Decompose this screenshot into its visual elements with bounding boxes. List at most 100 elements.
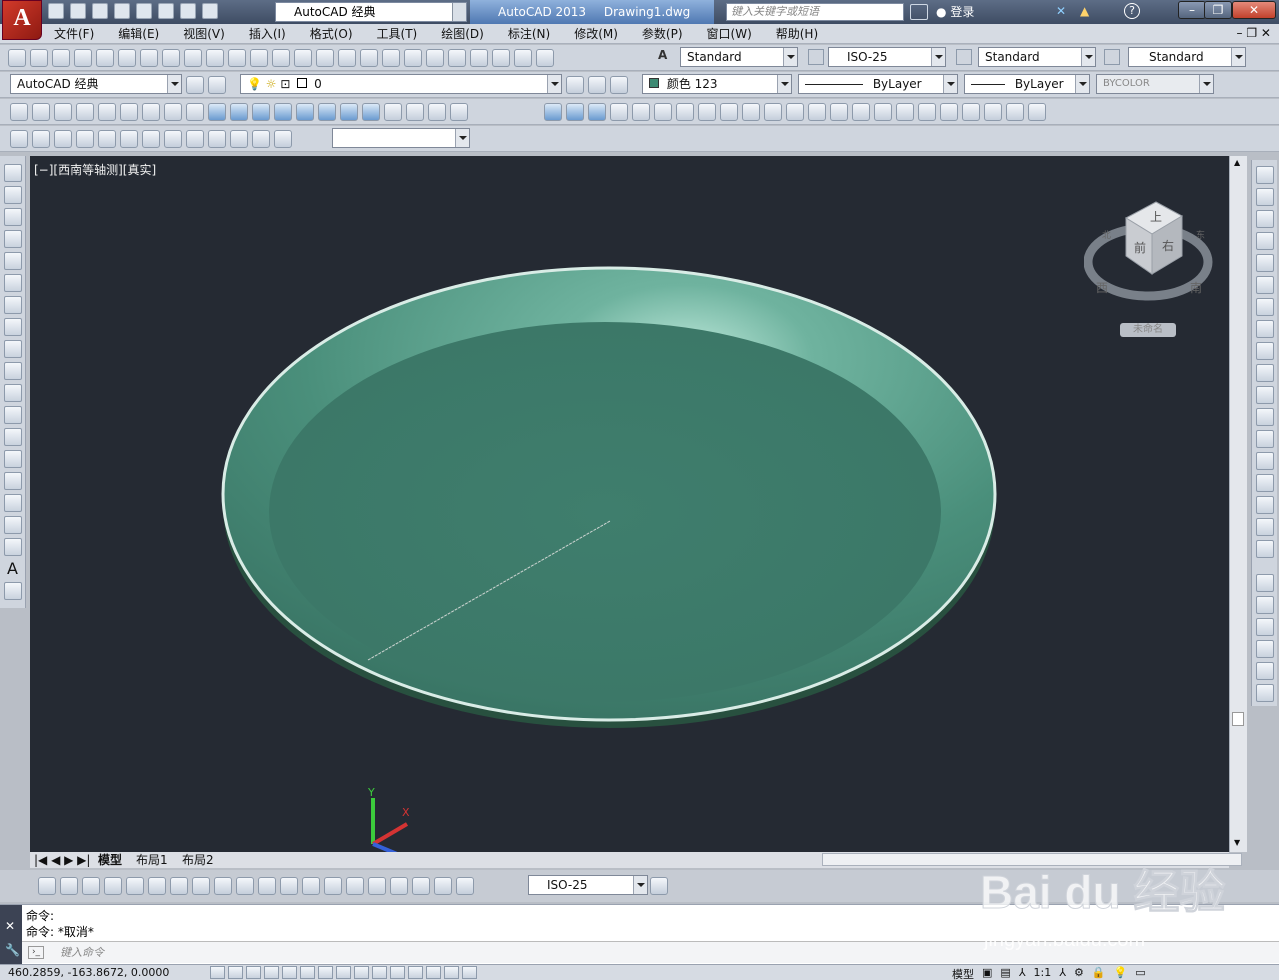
chevron-down-icon[interactable] bbox=[1199, 75, 1213, 93]
zoom-realtime-icon[interactable] bbox=[338, 49, 356, 67]
menu-window[interactable]: 窗口(W) bbox=[707, 24, 752, 43]
revision-cloud-icon[interactable] bbox=[3, 318, 22, 336]
multileader-style-icon[interactable] bbox=[1104, 49, 1120, 65]
angular-dim-icon[interactable] bbox=[192, 877, 210, 895]
lineweight-combo[interactable]: ByLayer bbox=[964, 74, 1090, 94]
ellipse-arc-icon[interactable] bbox=[3, 384, 22, 402]
help-icon[interactable] bbox=[536, 49, 554, 67]
imprint-icon[interactable] bbox=[830, 103, 848, 121]
planar-surface-icon[interactable] bbox=[186, 103, 204, 121]
exchange-icon[interactable]: ✕ bbox=[1056, 4, 1066, 18]
left-view-icon[interactable] bbox=[76, 130, 94, 148]
search-input[interactable]: 键入关键字或短语 bbox=[726, 3, 904, 21]
menu-format[interactable]: 格式(O) bbox=[310, 24, 353, 43]
ortho-mode-icon[interactable] bbox=[264, 966, 279, 979]
match-properties-icon[interactable] bbox=[228, 49, 246, 67]
clean-screen-icon[interactable]: ▭ bbox=[1135, 966, 1145, 980]
quick-dim-icon[interactable] bbox=[214, 877, 232, 895]
window-controls-icon[interactable]: – ❐ ✕ bbox=[1237, 26, 1271, 40]
sw-iso-icon[interactable] bbox=[164, 130, 182, 148]
hatch-to-back-icon[interactable] bbox=[1255, 684, 1274, 702]
help-icon[interactable]: ? bbox=[1124, 3, 1140, 19]
open-file-icon[interactable] bbox=[70, 3, 86, 19]
visual-styles-icon[interactable] bbox=[940, 103, 958, 121]
workspace-combo[interactable]: AutoCAD 经典 bbox=[10, 74, 182, 94]
subtract-icon[interactable] bbox=[340, 103, 358, 121]
torus-icon[interactable] bbox=[164, 103, 182, 121]
workspace-switching-icon[interactable]: ⚙ bbox=[1074, 966, 1084, 980]
baseline-dim-icon[interactable] bbox=[236, 877, 254, 895]
login-button[interactable]: ● 登录 bbox=[936, 3, 974, 20]
lineweight-icon[interactable] bbox=[390, 966, 405, 979]
restore-button[interactable]: ❐ bbox=[1204, 1, 1232, 19]
check-icon[interactable] bbox=[918, 103, 936, 121]
copy-icon[interactable] bbox=[184, 49, 202, 67]
chevron-down-icon[interactable] bbox=[167, 75, 181, 93]
pan-icon[interactable] bbox=[316, 49, 334, 67]
chevron-down-icon[interactable] bbox=[777, 75, 791, 93]
separate-icon[interactable] bbox=[874, 103, 892, 121]
continue-dim-icon[interactable] bbox=[258, 877, 276, 895]
annotation-scale[interactable]: 1:1 bbox=[1034, 966, 1052, 980]
3d-print-icon[interactable] bbox=[140, 49, 158, 67]
offset-faces-icon[interactable] bbox=[654, 103, 672, 121]
new-icon[interactable] bbox=[8, 49, 26, 67]
aligned-dim-icon[interactable] bbox=[60, 877, 78, 895]
offset-icon[interactable] bbox=[1255, 232, 1274, 250]
hatch-icon[interactable] bbox=[3, 472, 22, 490]
scroll-thumb[interactable] bbox=[1232, 712, 1244, 726]
polyline-icon[interactable] bbox=[3, 208, 22, 226]
compass-east[interactable]: 东 bbox=[1196, 229, 1205, 241]
table-style-combo[interactable]: Standard bbox=[978, 47, 1096, 67]
new-file-icon[interactable] bbox=[48, 3, 64, 19]
tab-layout1[interactable]: 布局1 bbox=[136, 852, 168, 868]
mtext-icon[interactable]: A bbox=[4, 560, 22, 578]
layer-previous-icon[interactable] bbox=[588, 76, 606, 94]
nw-iso-icon[interactable] bbox=[230, 130, 248, 148]
array-icon[interactable] bbox=[1255, 254, 1274, 272]
loft-icon[interactable] bbox=[296, 103, 314, 121]
erase-icon[interactable] bbox=[1255, 166, 1274, 184]
back-view-icon[interactable] bbox=[142, 130, 160, 148]
design-center-icon[interactable] bbox=[426, 49, 444, 67]
chevron-down-icon[interactable] bbox=[783, 48, 797, 66]
color-faces-icon[interactable] bbox=[764, 103, 782, 121]
draw-order-front-icon[interactable] bbox=[1255, 574, 1274, 592]
dynamic-ucs-icon[interactable] bbox=[354, 966, 369, 979]
menu-draw[interactable]: 绘图(D) bbox=[441, 24, 484, 43]
delete-faces-icon[interactable] bbox=[676, 103, 694, 121]
arc-icon[interactable] bbox=[3, 274, 22, 292]
rectangle-icon[interactable] bbox=[3, 252, 22, 270]
wrench-icon[interactable]: 🔧 bbox=[5, 943, 20, 957]
menu-help[interactable]: 帮助(H) bbox=[776, 24, 818, 43]
sheet-set-icon[interactable] bbox=[470, 49, 488, 67]
paste-icon[interactable] bbox=[206, 49, 224, 67]
draw-order-back-icon[interactable] bbox=[1255, 596, 1274, 614]
box-icon[interactable] bbox=[32, 103, 50, 121]
dim-edit-icon[interactable] bbox=[412, 877, 430, 895]
linetype-combo[interactable]: ByLayer bbox=[798, 74, 958, 94]
construction-line-icon[interactable] bbox=[3, 186, 22, 204]
chevron-down-icon[interactable] bbox=[1231, 48, 1245, 66]
menu-insert[interactable]: 插入(I) bbox=[249, 24, 286, 43]
extrude-faces-icon[interactable] bbox=[610, 103, 628, 121]
menu-modify[interactable]: 修改(M) bbox=[574, 24, 618, 43]
isolate-objects-icon[interactable]: 💡 bbox=[1114, 966, 1128, 980]
front-view-icon[interactable] bbox=[120, 130, 138, 148]
plotstyle-combo[interactable]: BYCOLOR bbox=[1096, 74, 1214, 94]
sphere-icon[interactable] bbox=[98, 103, 116, 121]
3d-rotate-icon[interactable] bbox=[406, 103, 424, 121]
object-snap-icon[interactable] bbox=[300, 966, 315, 979]
layer-combo[interactable]: 💡 ☼ ⊡ 0 bbox=[240, 74, 562, 94]
add-selected-icon[interactable] bbox=[3, 582, 22, 600]
clean-icon[interactable] bbox=[852, 103, 870, 121]
pyramid-icon[interactable] bbox=[142, 103, 160, 121]
table-icon[interactable] bbox=[3, 538, 22, 556]
object-snap-tracking-icon[interactable] bbox=[336, 966, 351, 979]
break-at-point-icon[interactable] bbox=[1255, 408, 1274, 426]
tab-layout2[interactable]: 布局2 bbox=[182, 852, 214, 868]
shell-icon[interactable] bbox=[896, 103, 914, 121]
chevron-down-icon[interactable] bbox=[633, 876, 647, 894]
material-sphere-icon[interactable] bbox=[1006, 103, 1024, 121]
chamfer-icon[interactable] bbox=[1255, 474, 1274, 492]
